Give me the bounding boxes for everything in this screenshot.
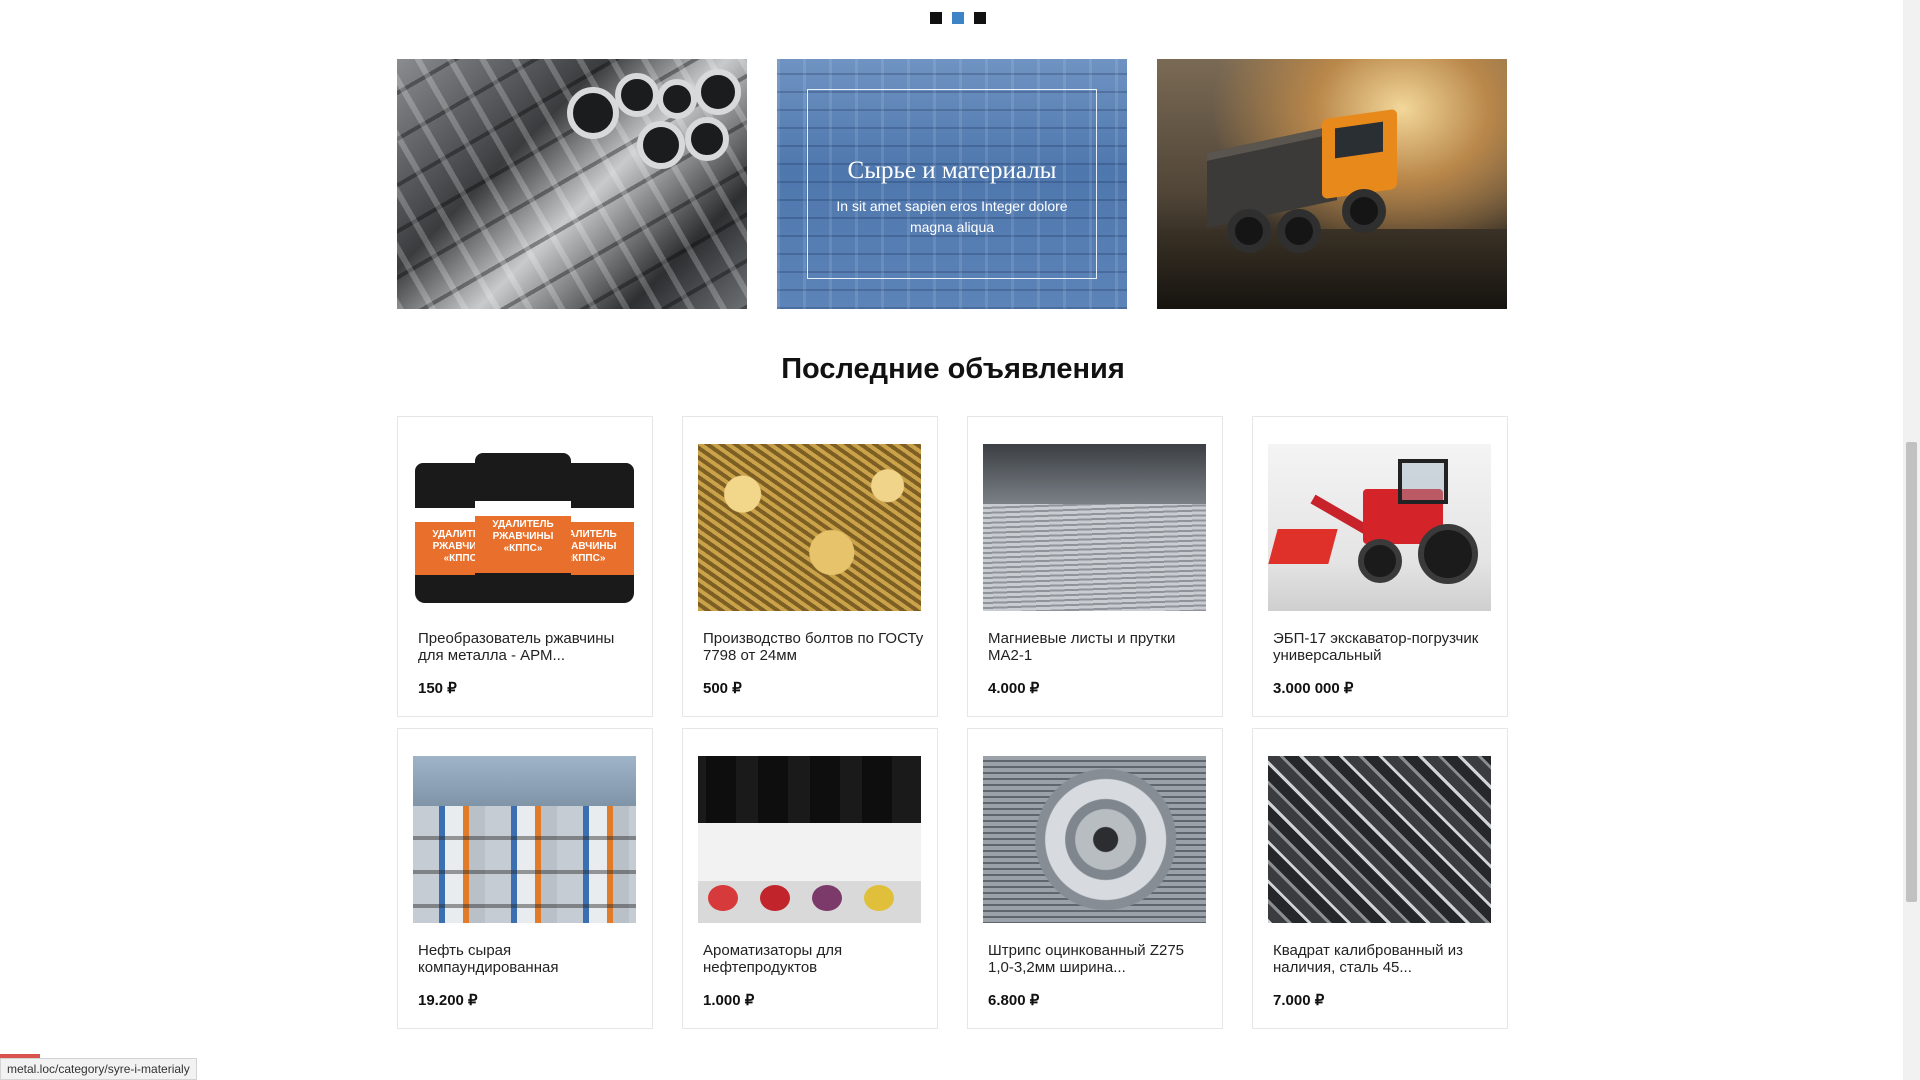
product-price: 4.000 ₽: [988, 680, 1040, 697]
banner-metal-pipes[interactable]: [397, 59, 747, 309]
product-image[interactable]: [983, 756, 1206, 923]
truck-ground: [1157, 229, 1507, 309]
truck-bed: [1207, 125, 1337, 228]
slider-dot-2[interactable]: [952, 12, 964, 24]
banner-title: Сырье и материалы: [847, 157, 1057, 184]
product-price: 1.000 ₽: [703, 992, 755, 1009]
slider-dot-1[interactable]: [930, 12, 942, 24]
product-name[interactable]: Ароматизаторы для нефтепродуктов: [703, 942, 925, 976]
product-card[interactable]: ЭБП-17 экскаватор-погрузчик универсальны…: [1252, 416, 1508, 717]
product-name[interactable]: Штрипс оцинкованный Z275 1,0-3,2мм ширин…: [988, 942, 1210, 976]
status-url: metal.loc/category/syre-i-materialy: [0, 1058, 197, 1080]
product-card[interactable]: Квадрат калиброванный из наличия, сталь …: [1252, 728, 1508, 1029]
product-name[interactable]: Производство болтов по ГОСТу 7798 от 24м…: [703, 630, 925, 664]
truck-wheel: [1342, 189, 1386, 233]
product-image[interactable]: [698, 756, 921, 923]
product-image[interactable]: [413, 756, 636, 923]
jar-label: УДАЛИТЕЛЬ РЖАВЧИНЫ «КППС»: [492, 519, 554, 554]
product-name[interactable]: Преобразователь ржавчины для металла - А…: [418, 630, 640, 664]
product-card[interactable]: Производство болтов по ГОСТу 7798 от 24м…: [682, 416, 938, 717]
slider-dots: [930, 12, 986, 24]
product-price: 6.800 ₽: [988, 992, 1040, 1009]
banner-dump-truck[interactable]: [1157, 59, 1507, 309]
product-price: 19.200 ₽: [418, 992, 478, 1009]
truck-wheel: [1227, 209, 1271, 253]
product-card[interactable]: Штрипс оцинкованный Z275 1,0-3,2мм ширин…: [967, 728, 1223, 1029]
product-name[interactable]: ЭБП-17 экскаватор-погрузчик универсальны…: [1273, 630, 1495, 664]
truck-wheel: [1277, 209, 1321, 253]
slider-dot-3[interactable]: [974, 12, 986, 24]
banner-subtitle: In sit amet sapien eros Integer dolore m…: [836, 198, 1068, 235]
product-image[interactable]: [698, 444, 921, 611]
product-price: 3.000 000 ₽: [1273, 680, 1354, 697]
product-image[interactable]: [1268, 756, 1491, 923]
product-price: 7.000 ₽: [1273, 992, 1325, 1009]
product-price: 500 ₽: [703, 680, 742, 697]
pipes-image: [567, 69, 747, 179]
product-image[interactable]: УДАЛИТЕЛЬ РЖАВЧИНЫ «КППС» УДАЛИТЕЛЬ РЖАВ…: [413, 444, 636, 611]
product-card[interactable]: УДАЛИТЕЛЬ РЖАВЧИНЫ «КППС» УДАЛИТЕЛЬ РЖАВ…: [397, 416, 653, 717]
product-card[interactable]: Нефть сырая компаундированная 19.200 ₽: [397, 728, 653, 1029]
product-name[interactable]: Магниевые листы и прутки МА2-1: [988, 630, 1210, 664]
product-card[interactable]: Магниевые листы и прутки МА2-1 4.000 ₽: [967, 416, 1223, 717]
product-image[interactable]: [983, 444, 1206, 611]
section-title: Последние объявления: [781, 353, 1125, 385]
product-card[interactable]: Ароматизаторы для нефтепродуктов 1.000 ₽: [682, 728, 938, 1029]
product-name[interactable]: Нефть сырая компаундированная: [418, 942, 640, 976]
page-scrollbar[interactable]: [1903, 0, 1920, 1080]
product-image[interactable]: [1268, 444, 1491, 611]
banner-raw-materials[interactable]: Сырье и материалы In sit amet sapien ero…: [777, 59, 1127, 309]
scrollbar-thumb[interactable]: [1906, 442, 1917, 902]
product-name[interactable]: Квадрат калиброванный из наличия, сталь …: [1273, 942, 1495, 976]
product-price: 150 ₽: [418, 680, 457, 697]
